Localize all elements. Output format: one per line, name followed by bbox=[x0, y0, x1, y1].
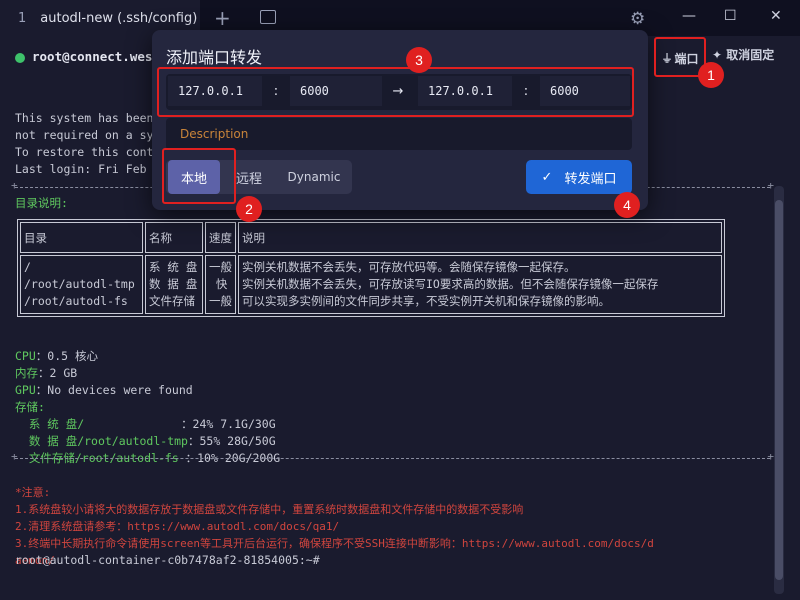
storage-value: ：55% 28G/50G bbox=[187, 434, 276, 448]
tab-number: 1 bbox=[18, 10, 27, 26]
terminal-line: Last login: Fri Feb bbox=[15, 162, 147, 176]
gear-icon[interactable]: ⚙ bbox=[630, 9, 645, 29]
unpin-button[interactable]: ✦ 取消固定 bbox=[712, 46, 774, 63]
unpin-label: 取消固定 bbox=[726, 48, 775, 62]
note-line: *注意: bbox=[15, 486, 51, 499]
annotation-box-local bbox=[162, 148, 236, 204]
annotation-box-forward-row bbox=[157, 67, 634, 117]
close-button[interactable]: ✕ bbox=[770, 8, 782, 24]
scrollbar-thumb[interactable] bbox=[775, 200, 783, 580]
gpu-key: GPU bbox=[15, 383, 36, 397]
cpu-value: ：0.5 核心 bbox=[35, 349, 98, 363]
annotation-badge: 1 bbox=[698, 62, 724, 88]
note-line: 1.系统盘较小请将大的数据存放于数据盘或文件存储中，重置系统时数据盘和文件存储中… bbox=[15, 503, 524, 516]
minimize-button[interactable]: — bbox=[682, 8, 696, 24]
table-header: 说明 bbox=[238, 222, 722, 253]
mode-dynamic[interactable]: Dynamic bbox=[278, 160, 350, 194]
forward-port-button[interactable]: ✓ 转发端口 bbox=[526, 160, 632, 194]
cpu-key: CPU bbox=[15, 349, 36, 363]
note-line: 2.清理系统盘请参考：https://www.autodl.com/docs/q… bbox=[15, 520, 340, 533]
gpu-value: ：No devices were found bbox=[35, 383, 193, 397]
storage-key: 系 统 盘/ bbox=[15, 417, 182, 431]
annotation-badge: 4 bbox=[614, 192, 640, 218]
window-list-icon[interactable] bbox=[260, 10, 276, 24]
check-icon: ✓ bbox=[541, 169, 553, 185]
terminal-line: not required on a sy bbox=[15, 128, 154, 142]
terminal-line: To restore this cont bbox=[15, 145, 154, 159]
terminal-motd: This system has been not required on a sy… bbox=[15, 93, 153, 178]
directory-table: 目录 名称 速度 说明 / /root/autodl-tmp /root/aut… bbox=[17, 219, 725, 317]
host-label: root@connect.west bbox=[32, 49, 160, 64]
note-line: 3.终端中长期执行命令请使用screen等工具开后台运行，确保程序不受SSH连接… bbox=[15, 537, 654, 550]
table-cell-speeds: 一般 快 一般 bbox=[205, 255, 236, 314]
storage-key: 数 据 盘/root/autodl-tmp bbox=[15, 434, 188, 448]
system-stats: CPU：0.5 核心内存：2 GB GPU：No devices were fou… bbox=[15, 331, 280, 467]
mem-key: 内存 bbox=[15, 366, 38, 380]
shell-prompt[interactable]: root@autodl-container-c0b7478af2-8185400… bbox=[15, 552, 320, 569]
annotation-badge: 3 bbox=[406, 47, 432, 73]
table-cell-names: 系 统 盘 数 据 盘 文件存储 bbox=[145, 255, 203, 314]
dir-label: 目录说明: bbox=[15, 196, 68, 210]
table-header: 速度 bbox=[205, 222, 236, 253]
storage-value: ：24% 7.1G/30G bbox=[181, 417, 276, 431]
mem-value: ：2 GB bbox=[38, 366, 78, 380]
connection-status-icon bbox=[15, 53, 25, 63]
table-cell-dirs: / /root/autodl-tmp /root/autodl-fs bbox=[20, 255, 143, 314]
dialog-title: 添加端口转发 bbox=[166, 48, 263, 67]
forward-port-label: 转发端口 bbox=[564, 171, 617, 187]
annotation-badge: 2 bbox=[236, 196, 262, 222]
table-cell-desc: 实例关机数据不会丢失，可存放代码等。会随保存镜像一起保存。 实例关机数据不会丢失… bbox=[238, 255, 722, 314]
description-input[interactable]: Description bbox=[166, 118, 632, 150]
table-header: 名称 bbox=[145, 222, 203, 253]
table-header: 目录 bbox=[20, 222, 143, 253]
pin-icon: ✦ bbox=[712, 48, 723, 62]
storage-key: 存储: bbox=[15, 400, 45, 414]
maximize-button[interactable]: ☐ bbox=[724, 8, 737, 24]
tab-title: autodl-new (.ssh/config) bbox=[40, 10, 198, 26]
divider bbox=[11, 450, 774, 463]
terminal-line: This system has been bbox=[15, 111, 154, 125]
add-tab-button[interactable]: + bbox=[214, 6, 231, 30]
